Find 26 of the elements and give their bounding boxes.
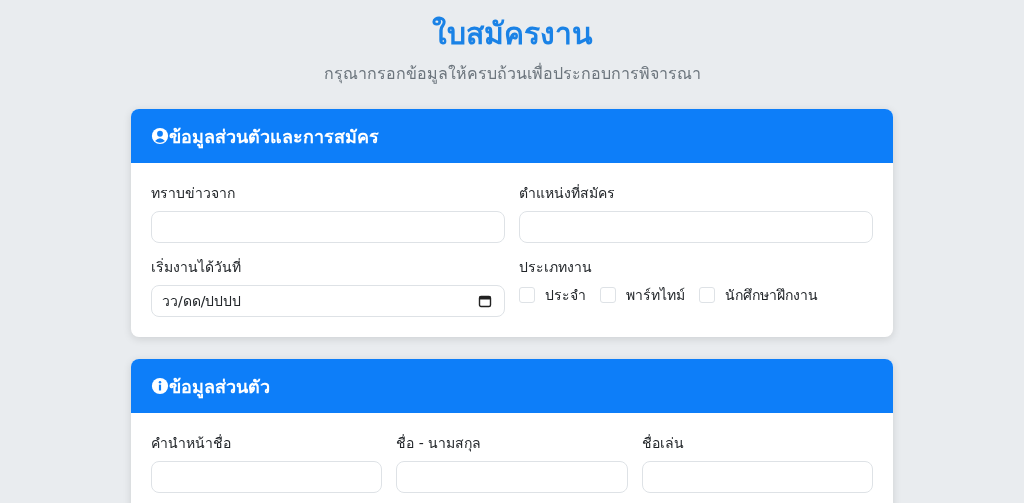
card-title: ข้อมูลส่วนตัวและการสมัคร (169, 124, 379, 151)
field-label: ชื่อเล่น (641, 433, 685, 453)
field-label: ชื่อ - นามสกุล (396, 433, 483, 453)
field-label: เริ่มงานได้วันที่ (151, 257, 242, 277)
text-field[interactable] (641, 461, 873, 493)
field-label: คำนำหน้าชื่อ (151, 433, 232, 453)
field-label: ทราบข่าวจาก (151, 184, 236, 203)
checkbox-label: พาร์ทไทม์ (626, 286, 685, 305)
field-label: ประเภทงาน (519, 258, 593, 277)
info-icon (151, 377, 169, 395)
text-field[interactable] (151, 211, 505, 243)
date-field[interactable]: วว/ดด/ปปปป (151, 285, 505, 317)
checkbox[interactable] (600, 287, 616, 303)
text-field[interactable] (151, 461, 383, 493)
card-title: ข้อมูลส่วนตัว (169, 374, 270, 401)
checkbox-label: นักศึกษาฝึกงาน (725, 286, 818, 305)
user-icon (151, 127, 169, 145)
checkbox[interactable] (699, 287, 715, 303)
page-subtitle: กรุณากรอกข้อมูลให้ครบถ้วนเพื่อประกอบการพิจารณา (323, 62, 701, 86)
page-title: ใบสมัครงาน (431, 15, 593, 53)
checkbox[interactable] (519, 287, 535, 303)
field-label: ตำแหน่งที่สมัคร (519, 183, 616, 203)
text-field[interactable] (519, 211, 873, 243)
calendar-icon (478, 294, 492, 308)
text-field[interactable] (396, 461, 628, 493)
checkbox-label: ประจำ (545, 286, 586, 305)
